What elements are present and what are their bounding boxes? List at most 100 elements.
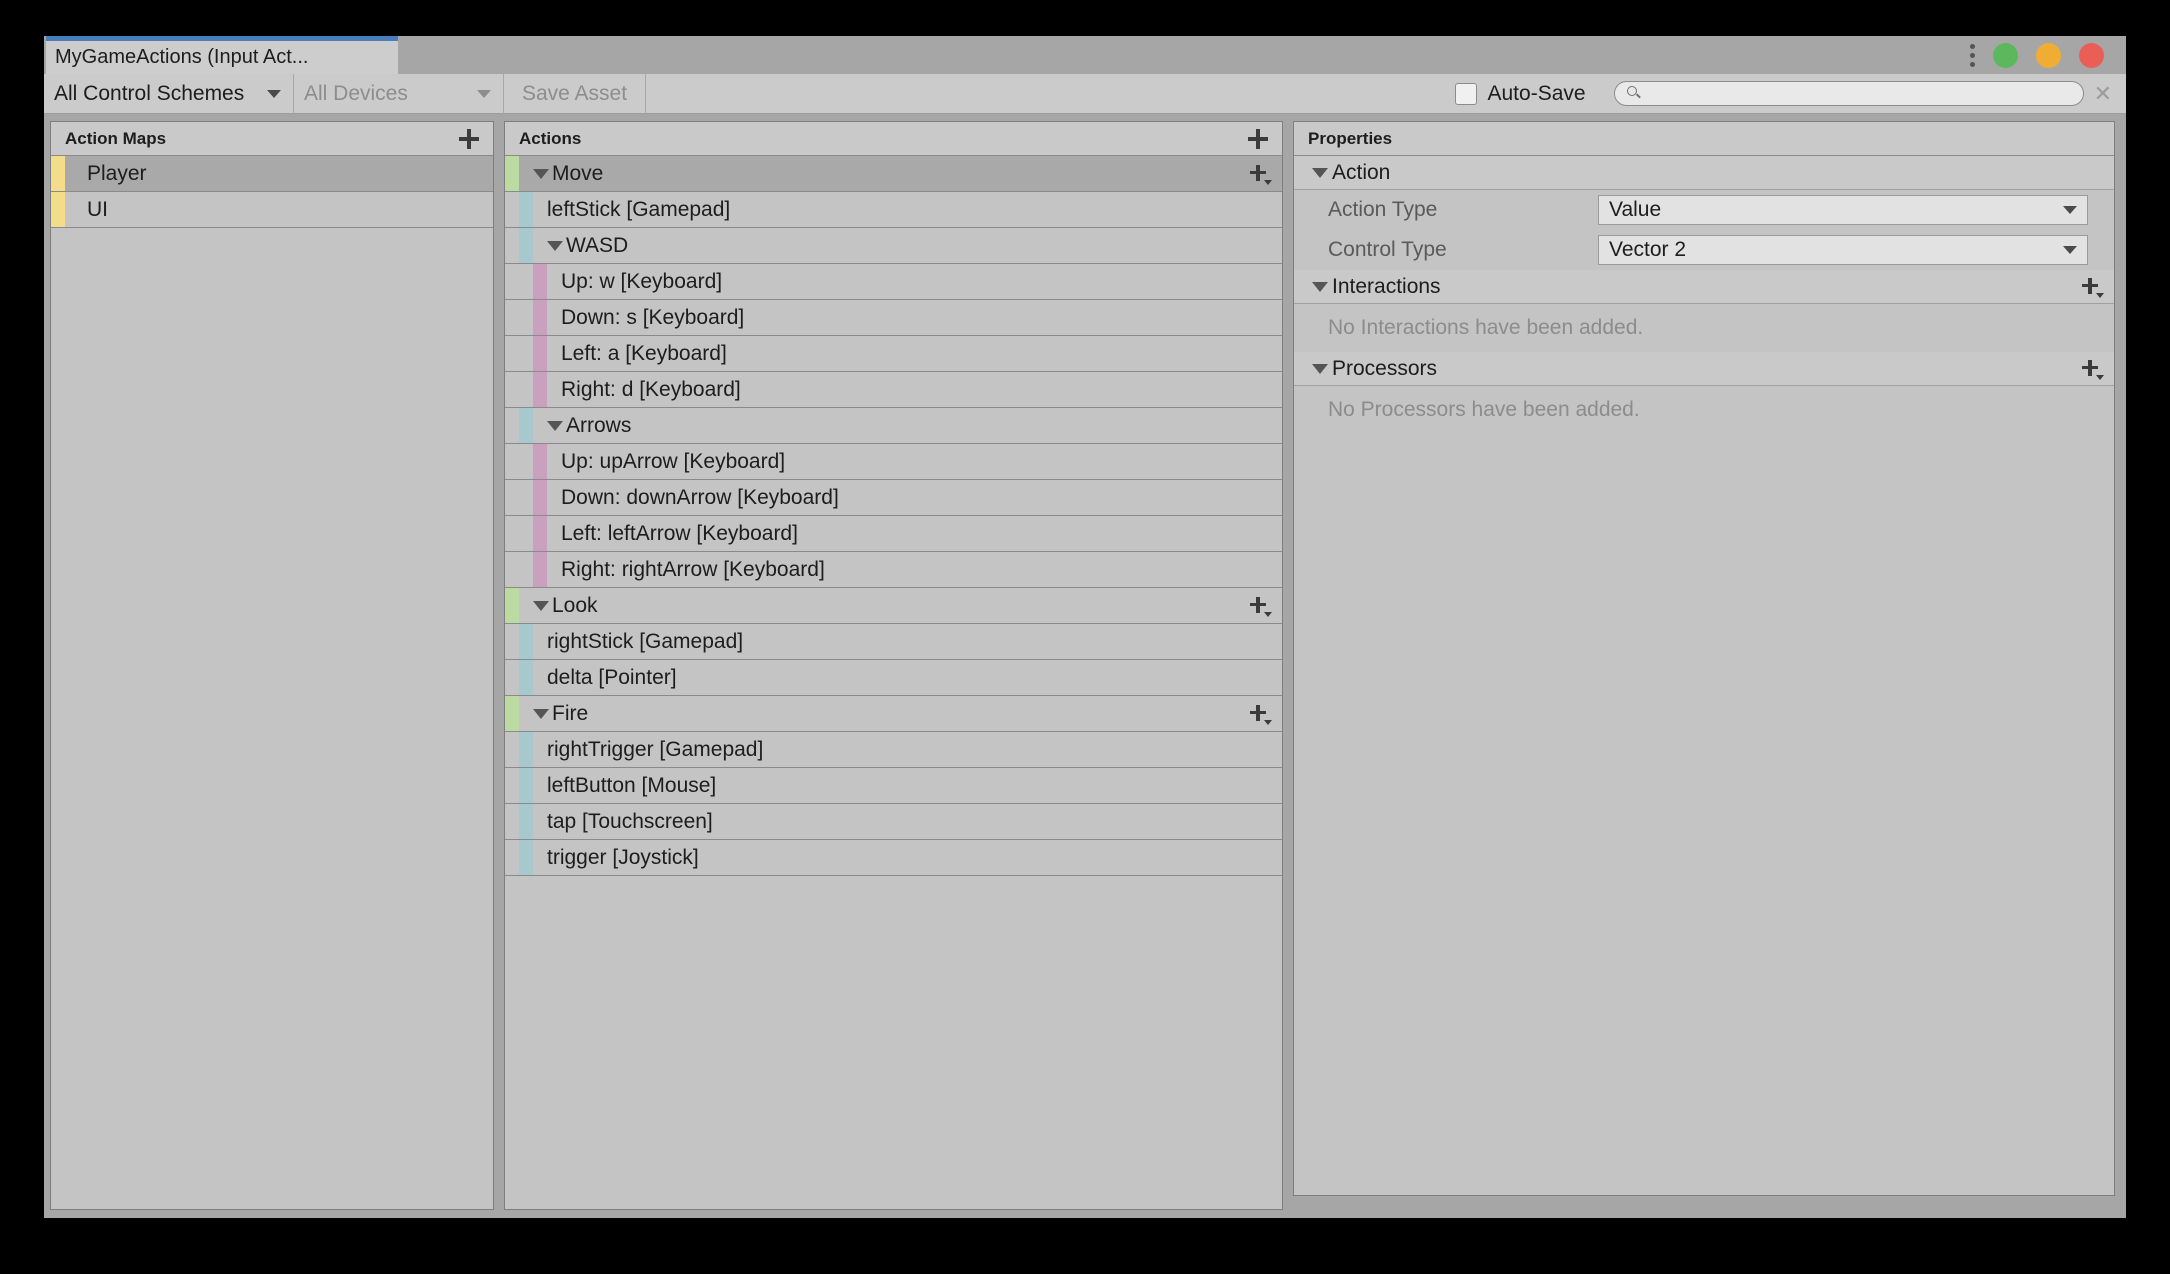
action-map-row[interactable]: UI [51, 192, 493, 228]
action-tree-row[interactable]: delta [Pointer] [505, 660, 1282, 696]
action-tree-row[interactable]: WASD [505, 228, 1282, 264]
add-interaction-button[interactable] [2080, 277, 2104, 298]
action-tree-row[interactable]: Left: leftArrow [Keyboard] [505, 516, 1282, 552]
actions-title: Actions [519, 128, 582, 148]
action-tree-row[interactable]: rightTrigger [Gamepad] [505, 732, 1282, 768]
action-tree-row[interactable]: Down: downArrow [Keyboard] [505, 480, 1282, 516]
action-tree-row[interactable]: rightStick [Gamepad] [505, 624, 1282, 660]
processors-section-header[interactable]: Processors [1294, 352, 2114, 386]
clear-search-icon[interactable]: ✕ [2094, 82, 2112, 105]
add-processor-button[interactable] [2080, 359, 2104, 380]
action-tree-label: Right: rightArrow [Keyboard] [561, 557, 825, 581]
action-tree-row[interactable]: Arrows [505, 408, 1282, 444]
action-tree-label: leftButton [Mouse] [547, 773, 717, 797]
window-titlebar: MyGameActions (Input Act... [44, 36, 2126, 74]
maximize-button[interactable] [2036, 42, 2061, 68]
binding-color-strip [519, 732, 533, 767]
action-maps-header: Action Maps [51, 122, 493, 156]
action-tree-label: Right: d [Keyboard] [561, 377, 741, 401]
collapse-triangle-icon[interactable] [533, 708, 549, 719]
processors-section-label: Processors [1332, 356, 1438, 380]
search-field-wrapper [1613, 81, 2084, 106]
tab-label: MyGameActions (Input Act... [55, 46, 309, 68]
tab-mygameactions[interactable]: MyGameActions (Input Act... [46, 36, 398, 74]
action-tree-row[interactable]: Up: upArrow [Keyboard] [505, 444, 1282, 480]
action-fields: Action Type Value Control Type Vector 2 [1294, 190, 2114, 270]
property-label: Control Type [1328, 238, 1447, 261]
collapse-triangle-icon[interactable] [547, 420, 563, 431]
collapse-triangle-icon[interactable] [547, 240, 563, 251]
action-tree-row[interactable]: trigger [Joystick] [505, 840, 1282, 876]
composite-color-strip [533, 552, 547, 587]
action-tree-row[interactable]: Up: w [Keyboard] [505, 264, 1282, 300]
property-dropdown[interactable]: Vector 2 [1598, 235, 2088, 265]
action-map-row[interactable]: Player [51, 156, 493, 192]
property-row: Control Type Vector 2 [1294, 230, 2114, 270]
add-action-button[interactable] [1248, 128, 1268, 149]
collapse-triangle-icon [1312, 167, 1328, 178]
property-row: Action Type Value [1294, 190, 2114, 230]
devices-label: All Devices [304, 81, 408, 105]
action-tree-label: trigger [Joystick] [547, 845, 699, 869]
action-tree-row[interactable]: leftButton [Mouse] [505, 768, 1282, 804]
action-tree-row[interactable]: Move [505, 156, 1282, 192]
add-action-map-button[interactable] [459, 128, 479, 149]
action-tree-label: delta [Pointer] [547, 665, 677, 689]
action-section-header[interactable]: Action [1294, 156, 2114, 190]
action-tree-row[interactable]: tap [Touchscreen] [505, 804, 1282, 840]
actions-panel: Actions Move leftStick [Gamepad] WASD Up: w… [504, 121, 1283, 1210]
action-tree-label: rightTrigger [Gamepad] [547, 737, 764, 761]
auto-save-checkbox[interactable] [1454, 82, 1477, 105]
action-tree-row[interactable]: Right: d [Keyboard] [505, 372, 1282, 408]
action-tree-row[interactable]: Down: s [Keyboard] [505, 300, 1282, 336]
interactions-section-header[interactable]: Interactions [1294, 270, 2114, 304]
chevron-down-icon [2063, 246, 2077, 254]
property-value: Vector 2 [1609, 238, 1687, 261]
action-tree-row[interactable]: Left: a [Keyboard] [505, 336, 1282, 372]
actions-tree: Move leftStick [Gamepad] WASD Up: w [Keyboa… [505, 156, 1282, 876]
action-maps-panel: Action Maps Player UI [50, 121, 494, 1210]
binding-color-strip [519, 660, 533, 695]
devices-dropdown[interactable]: All Devices [294, 73, 504, 114]
control-schemes-dropdown[interactable]: All Control Schemes [44, 73, 294, 114]
save-asset-button[interactable]: Save Asset [504, 73, 647, 114]
composite-color-strip [533, 336, 547, 371]
add-binding-button[interactable] [1248, 164, 1272, 185]
binding-color-strip [519, 768, 533, 803]
action-tree-row[interactable]: Right: rightArrow [Keyboard] [505, 552, 1282, 588]
action-tree-row[interactable]: leftStick [Gamepad] [505, 192, 1282, 228]
action-tree-row[interactable]: Look [505, 588, 1282, 624]
toolbar: All Control Schemes All Devices Save Ass… [44, 73, 2127, 114]
property-dropdown[interactable]: Value [1598, 195, 2088, 225]
action-tree-row[interactable]: Fire [505, 696, 1282, 732]
action-tree-label: Move [552, 161, 604, 185]
chevron-down-icon [267, 89, 281, 98]
minimize-button[interactable] [1993, 42, 2018, 68]
collapse-triangle-icon[interactable] [533, 168, 549, 179]
chevron-down-icon [477, 89, 491, 98]
kebab-menu-icon[interactable] [1969, 43, 1975, 67]
toolbar-right-group: Auto-Save ✕ [1454, 74, 2127, 114]
action-color-strip [505, 588, 519, 623]
add-binding-button[interactable] [1248, 704, 1272, 725]
action-tree-label: tap [Touchscreen] [547, 809, 713, 833]
add-binding-button[interactable] [1248, 596, 1272, 617]
interactions-empty-text: No Interactions have been added. [1328, 316, 1644, 339]
properties-title: Properties [1308, 128, 1393, 148]
collapse-triangle-icon[interactable] [533, 600, 549, 611]
close-button[interactable] [2079, 42, 2104, 68]
search-input[interactable] [1613, 81, 2084, 106]
input-actions-window: MyGameActions (Input Act... All Control … [44, 36, 2126, 1218]
